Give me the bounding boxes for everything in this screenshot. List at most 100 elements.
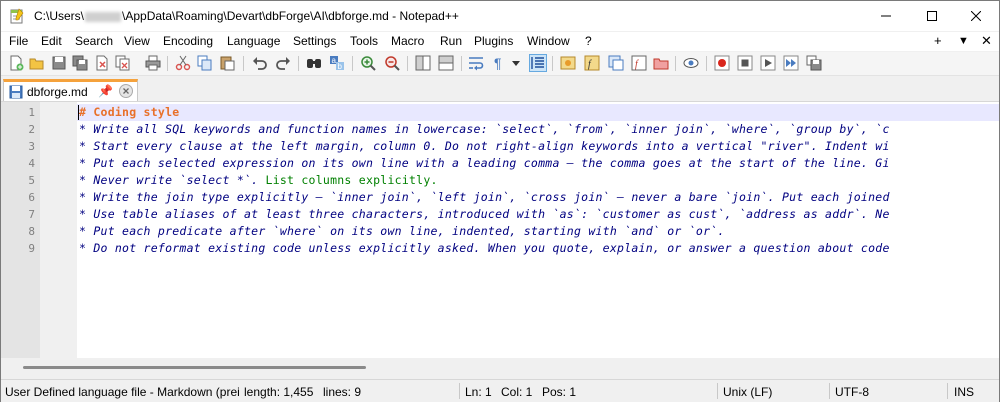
line-number: 4 [28,157,35,170]
notepad-plus-plus-window: C:\Users\ \AppData\Roaming\Devart\dbForge… [0,0,1000,402]
line-number: 2 [28,123,35,136]
fold-margin[interactable] [40,102,77,358]
cut-icon[interactable] [175,55,191,71]
record-macro-icon[interactable] [714,55,730,71]
code-line-5: * Never write `select *`. List columns e… [79,172,438,189]
menu-plugins[interactable]: Plugins [474,34,513,48]
text-caret [78,105,79,120]
toolbar: ab ¶ f f [1,52,999,76]
scrollbar-thumb[interactable] [23,366,366,369]
status-eol: Unix (LF) [723,385,773,399]
tab-list-dropdown-button[interactable]: ▼ [958,35,969,47]
maximize-button[interactable] [909,1,955,31]
indent-guide-icon[interactable] [529,54,547,72]
undo-icon[interactable] [252,55,268,71]
run-macro-multiple-icon[interactable] [783,55,799,71]
title-bar[interactable]: C:\Users\ \AppData\Roaming\Devart\dbForge… [1,1,999,31]
tab-dbforge-md[interactable]: dbforge.md 📌 [3,79,138,101]
notepad-app-icon [10,8,24,24]
copy-icon[interactable] [197,55,213,71]
title-suffix: \AppData\Roaming\Devart\dbForge\AI\dbfor… [122,9,459,23]
menu-run[interactable]: Run [440,34,462,48]
editor-pane[interactable]: 1 2 3 4 5 6 7 8 9 # Coding style * Write… [1,102,999,358]
code-line-8: * Put each predicate after `where` on it… [79,224,725,238]
title-prefix: C:\Users\ [34,9,85,23]
toolbar-separator [706,56,707,71]
code-line-9: * Do not reformat existing code unless e… [79,241,890,255]
sync-horizontal-icon[interactable] [438,55,454,71]
line-number-gutter: 1 2 3 4 5 6 7 8 9 [1,102,40,358]
menu-help[interactable]: ? [585,34,592,48]
menu-settings[interactable]: Settings [293,34,336,48]
menu-bar: File Edit Search View Encoding Language … [1,32,999,51]
function-list-icon[interactable]: f [584,55,600,71]
save-icon[interactable] [51,55,67,71]
save-all-icon[interactable] [72,55,88,71]
status-length: length: 1,455 [244,385,314,399]
menu-tools[interactable]: Tools [350,34,378,48]
doc-map-icon[interactable] [560,55,576,71]
code-line-5-emphasis: * Never write `select *`. [79,173,259,187]
unsaved-file-icon [8,84,24,103]
stop-macro-icon[interactable] [737,55,753,71]
menu-language[interactable]: Language [227,34,280,48]
menu-search[interactable]: Search [75,34,113,48]
code-text-area[interactable]: # Coding style * Write all SQL keywords … [77,102,999,358]
menu-file[interactable]: File [9,34,28,48]
new-file-icon[interactable] [8,55,24,71]
close-icon [971,11,981,21]
folder-workspace-icon[interactable] [608,55,624,71]
code-line-6: * Write the join type explicitly — `inne… [79,190,890,204]
chevron-down-icon[interactable] [511,55,521,71]
svg-text:a: a [332,56,337,65]
monitoring-icon[interactable] [683,55,699,71]
play-macro-icon[interactable] [760,55,776,71]
paste-icon[interactable] [219,55,235,71]
horizontal-scrollbar[interactable] [1,358,999,377]
save-macro-icon[interactable] [806,55,822,71]
maximize-icon [927,11,937,21]
tab-close-icon[interactable] [118,83,134,99]
line-number: 8 [28,225,35,238]
status-language: User Defined language file - Markdown (p… [5,385,240,399]
close-all-icon[interactable] [115,55,131,71]
close-document-button[interactable]: ✕ [981,33,992,49]
redo-icon[interactable] [275,55,291,71]
find-icon[interactable] [306,55,322,71]
word-wrap-icon[interactable] [468,55,484,71]
project-panel-icon[interactable]: f [631,55,647,71]
print-icon[interactable] [145,55,161,71]
toolbar-separator [167,56,168,71]
menu-edit[interactable]: Edit [41,34,62,48]
status-line: Ln: 1 [465,385,492,399]
document-tab-bar: dbforge.md 📌 [1,77,999,102]
status-separator [947,383,948,399]
menu-view[interactable]: View [124,34,150,48]
code-line-4: * Put each selected expression on its ow… [79,156,890,170]
close-window-button[interactable] [953,1,999,31]
redacted-username [85,11,122,22]
status-column: Col: 1 [501,385,533,399]
window-title: C:\Users\ \AppData\Roaming\Devart\dbForge… [34,9,459,23]
close-icon[interactable] [94,55,110,71]
menu-window[interactable]: Window [527,34,570,48]
show-all-chars-icon[interactable]: ¶ [491,55,507,71]
zoom-out-icon[interactable] [384,55,400,71]
sync-vertical-icon[interactable] [415,55,431,71]
status-bar: User Defined language file - Markdown (p… [1,379,999,402]
pin-icon[interactable]: 📌 [98,84,113,98]
replace-icon[interactable]: ab [329,55,345,71]
current-line-highlight [77,104,999,121]
status-position: Pos: 1 [542,385,577,399]
line-number: 3 [28,140,35,153]
line-number: 7 [28,208,35,221]
new-tab-button[interactable]: + [934,33,942,48]
menu-macro[interactable]: Macro [391,34,424,48]
folder-as-workspace-icon[interactable] [653,55,669,71]
zoom-in-icon[interactable] [360,55,376,71]
code-line-5-plain: List columns explicitly. [258,173,438,187]
code-line-7: * Use table aliases of at least three ch… [79,207,890,221]
minimize-button[interactable] [863,1,909,31]
menu-encoding[interactable]: Encoding [163,34,213,48]
open-file-icon[interactable] [29,55,45,71]
